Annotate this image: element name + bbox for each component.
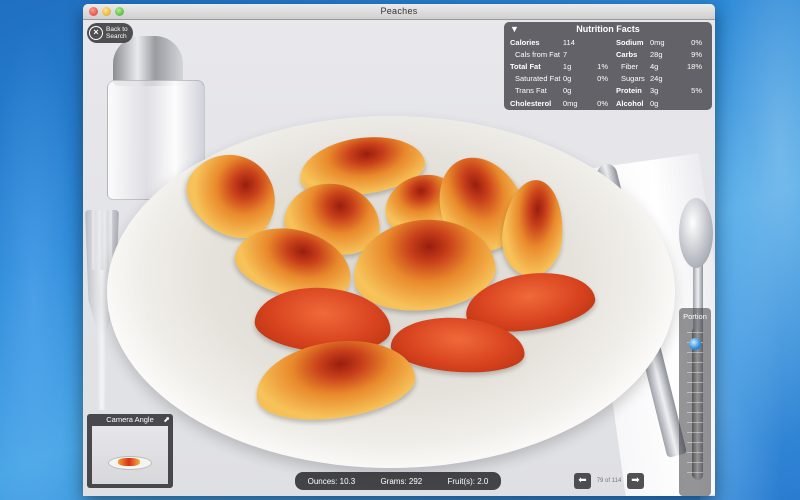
back-to-search-button[interactable]: × Back to Search [87, 23, 133, 43]
portion-label: Portion [683, 312, 707, 321]
nutrition-row-calories: Calories 114 [510, 37, 575, 47]
nutrition-row-carbs: Carbs 28g 9% [616, 49, 702, 59]
nutrition-row-alcohol: Alcohol 0g [616, 98, 659, 108]
nutrition-row-protein: Protein 3g 5% [616, 86, 702, 96]
pager: ⬅ 79 of 114 ➡ [574, 472, 644, 490]
nutrition-left-column: Calories 114 Cals from Fat 7 Total Fat 1… [510, 36, 608, 109]
grams-value: Grams: 292 [380, 476, 423, 486]
desktop-background-right [700, 0, 800, 500]
previous-arrow-button[interactable]: ⬅ [574, 473, 591, 489]
desktop-background-left [0, 0, 84, 500]
nutrition-row-total-fat: Total Fat 1g 1% [510, 61, 608, 71]
portion-info-bar: Ounces: 10.3 Grams: 292 Fruit(s): 2.0 [295, 472, 501, 490]
nutrition-row-fiber: Fiber 4g 18% [621, 61, 702, 71]
camera-angle-title: Camera Angle [106, 415, 154, 424]
nutrition-facts-panel: ▼ Nutrition Facts Calories 114 Cals from… [504, 22, 712, 110]
nutrition-right-column: Sodium 0mg 0% Carbs 28g 9% Fiber 4g 18% [616, 36, 706, 109]
app-window: Peaches ▼ Nutrition Facts Calories 114 C… [83, 4, 715, 496]
back-label-line1: Back to [106, 26, 128, 33]
nutrition-title: Nutrition Facts [576, 24, 640, 34]
nutrition-row-saturated-fat: Saturated Fat 0g 0% [515, 74, 608, 84]
nutrition-row-cals-from-fat: Cals from Fat 7 [515, 49, 568, 59]
ounces-value: Ounces: 10.3 [307, 476, 356, 486]
nutrition-row-sodium: Sodium 0mg 0% [616, 37, 702, 47]
next-arrow-button[interactable]: ➡ [627, 473, 644, 489]
fruits-value: Fruit(s): 2.0 [447, 476, 489, 486]
spoon [679, 198, 713, 268]
nutrition-row-sugars: Sugars 24g [621, 74, 663, 84]
disclosure-triangle-icon[interactable]: ▼ [510, 24, 519, 34]
portion-slider-panel: Portion [679, 308, 711, 496]
thumbnail-food [118, 458, 140, 466]
expand-arrow-icon[interactable]: ⬈ [163, 414, 170, 426]
nutrition-row-trans-fat: Trans Fat 0g [515, 86, 572, 96]
close-circle-icon: × [89, 26, 103, 40]
back-label-line2: Search [106, 33, 127, 40]
portion-slider-ticks [687, 332, 703, 478]
camera-angle-panel: Camera Angle ⬈ [87, 414, 173, 488]
page-indicator: 79 of 114 [596, 478, 622, 484]
food-photo-view: ▼ Nutrition Facts Calories 114 Cals from… [83, 20, 715, 496]
salt-shaker-cap [113, 36, 183, 86]
title-bar[interactable]: Peaches [83, 4, 715, 20]
portion-slider-thumb[interactable] [689, 337, 701, 350]
nutrition-row-cholesterol: Cholesterol 0mg 0% [510, 98, 608, 108]
window-title: Peaches [380, 6, 418, 16]
camera-angle-thumbnail[interactable] [92, 426, 168, 484]
